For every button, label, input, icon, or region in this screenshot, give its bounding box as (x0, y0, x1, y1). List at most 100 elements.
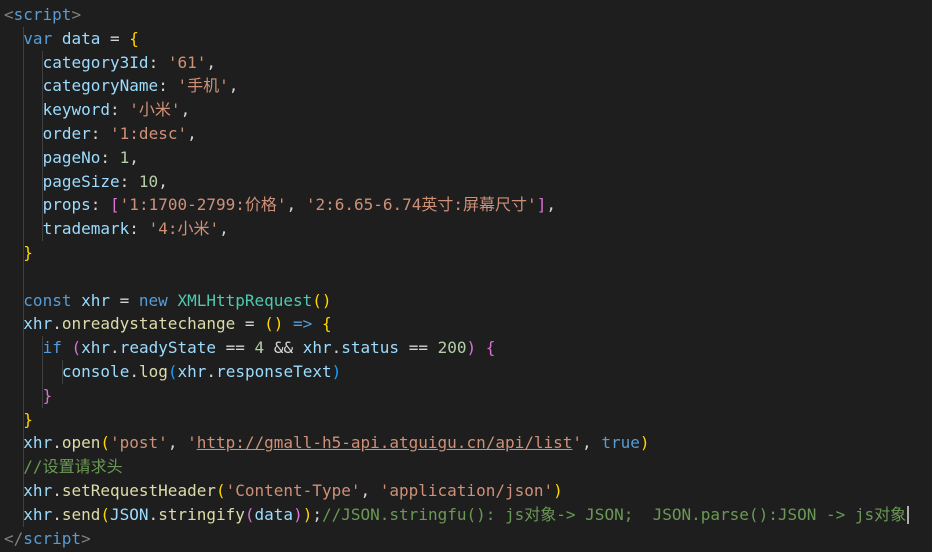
code-token: : (100, 147, 120, 167)
code-token: { (485, 338, 496, 358)
code-line[interactable] (0, 264, 932, 289)
code-token: var (23, 28, 62, 48)
code-text: } (43, 384, 53, 408)
code-line[interactable]: xhr.setRequestHeader('Content-Type', 'ap… (0, 479, 932, 503)
code-line[interactable]: </script> (0, 527, 932, 551)
code-token: ( (244, 504, 255, 524)
code-line[interactable]: keyword: '小米', (0, 98, 932, 122)
code-line[interactable]: const xhr = new XMLHttpRequest() (0, 288, 932, 313)
code-token: } (42, 385, 53, 405)
code-text: } (23, 408, 33, 432)
code-token: '小米' (129, 100, 181, 120)
indent-guide (23, 169, 24, 194)
code-text: trademark: '4:小米', (43, 217, 229, 241)
code-token: ) (293, 504, 303, 524)
code-line[interactable]: xhr.open('post', 'http://gmall-h5-api.at… (0, 431, 932, 456)
code-line[interactable]: } (0, 241, 932, 265)
code-token: </ (4, 528, 24, 548)
code-token: status (341, 338, 400, 358)
code-line[interactable]: order: '1:desc', (0, 122, 932, 146)
code-token: ( (215, 481, 226, 500)
code-token: 200 (437, 338, 467, 358)
code-token: , (158, 171, 168, 191)
code-line[interactable]: xhr.onreadystatechange = () => { (0, 312, 932, 337)
code-token: ( (167, 362, 178, 381)
code-line[interactable]: var data = { (0, 26, 932, 51)
code-token: . (331, 338, 342, 358)
code-text: } (23, 241, 33, 265)
code-token: 'post' (110, 433, 168, 453)
code-token: xhr (81, 338, 111, 358)
code-token: '4:小米' (148, 219, 220, 239)
code-line[interactable]: pageNo: 1, (0, 145, 932, 170)
code-token: ) (331, 362, 342, 381)
code-token: , (187, 124, 197, 143)
code-line[interactable]: trademark: '4:小米', (0, 217, 932, 241)
code-token: = (100, 28, 130, 48)
code-token: < (4, 5, 14, 24)
code-token: && (264, 338, 303, 358)
code-token: 4 (254, 338, 265, 358)
code-line[interactable]: categoryName: '手机', (0, 74, 932, 99)
code-token: . (110, 338, 120, 358)
code-token: [ (110, 195, 120, 215)
code-token: == (216, 338, 255, 358)
code-token: script (23, 528, 82, 548)
code-line[interactable]: if (xhr.readyState == 4 && xhr.status ==… (0, 336, 932, 360)
indent-guide (23, 217, 24, 241)
code-token: . (52, 504, 62, 524)
code-token: : (119, 171, 139, 191)
code-line[interactable]: //设置请求头 (0, 455, 932, 479)
code-token: 1 (119, 147, 130, 167)
code-token: const (23, 290, 82, 310)
code-token: : (148, 52, 168, 72)
code-token: , (167, 433, 188, 453)
code-text: const xhr = new XMLHttpRequest() (23, 289, 331, 313)
code-line[interactable]: category3Id: '61', (0, 50, 932, 75)
code-line[interactable]: props: ['1:1700-2799:价格', '2:6.65-6.74英寸… (0, 193, 932, 218)
code-token: : (129, 219, 149, 239)
code-text: keyword: '小米', (43, 98, 191, 122)
code-token: keyword (42, 100, 111, 120)
code-token: : (90, 124, 111, 143)
code-line[interactable]: } (0, 407, 932, 432)
code-token: '1:1700-2799:价格' (119, 195, 287, 215)
code-token: log (138, 362, 168, 381)
code-token: = (110, 290, 139, 310)
code-token: setRequestHeader (61, 481, 216, 500)
code-text: //设置请求头 (23, 455, 122, 479)
code-editor[interactable]: <script> var data = {category3Id: '61', ca… (0, 0, 932, 552)
code-token: , (228, 76, 239, 96)
code-token: () (264, 314, 284, 334)
code-token: stringify (158, 504, 245, 524)
code-token: onreadystatechange (61, 314, 236, 334)
indent-guide (23, 145, 24, 170)
code-token: ( (100, 433, 111, 453)
code-token: 'Content-Type' (225, 481, 361, 500)
code-token: , (206, 52, 216, 72)
code-token: '2:6.65-6.74英寸:屏幕尺寸' (305, 195, 537, 215)
code-line[interactable]: } (0, 383, 932, 408)
code-token: trademark (42, 219, 130, 239)
code-token: ) (302, 504, 313, 524)
code-token: { (129, 28, 139, 48)
code-text: props: ['1:1700-2799:价格', '2:6.65-6.74英寸… (43, 193, 556, 217)
code-token: categoryName (42, 76, 159, 96)
code-line[interactable]: <script> (0, 3, 932, 27)
code-text: category3Id: '61', (43, 51, 216, 75)
code-line[interactable]: pageSize: 10, (0, 169, 932, 194)
code-token: xhr (302, 338, 332, 358)
code-token: > (81, 528, 91, 548)
indent-guide (23, 264, 24, 289)
code-line[interactable]: console.log(xhr.responseText) (0, 360, 932, 384)
text-cursor (907, 506, 910, 525)
code-token: xhr (177, 362, 207, 381)
code-token: : (90, 195, 111, 215)
code-token: pageNo (42, 147, 101, 167)
code-token: () (312, 290, 332, 310)
code-line[interactable]: xhr.send(JSON.stringify(data));//JSON.st… (0, 502, 932, 527)
code-token: http://gmall-h5-api.atguigu.cn/api/list (196, 433, 573, 453)
code-token: pageSize (42, 171, 120, 191)
code-token: console (61, 362, 130, 381)
